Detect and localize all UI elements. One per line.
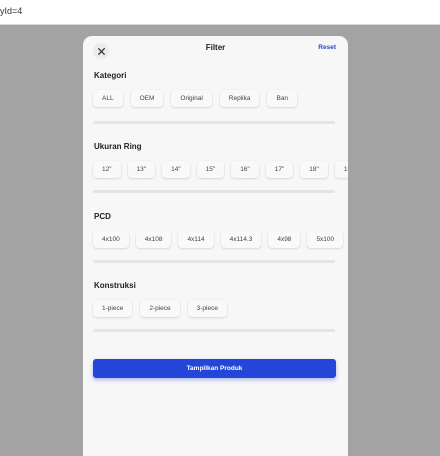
pcd-options: 4x100 4x108 4x114 4x114.3 4x98 5x100 xyxy=(93,231,344,248)
divider xyxy=(93,190,335,193)
chip-ring-15[interactable]: 15" xyxy=(196,161,225,178)
chip-pcd-4x98[interactable]: 4x98 xyxy=(268,231,301,248)
sheet-header: Filter Reset xyxy=(83,36,348,64)
section-title-ukuran-ring: Ukuran Ring xyxy=(94,142,142,151)
divider xyxy=(93,260,335,263)
chip-ring-19[interactable]: 19 xyxy=(334,161,348,178)
show-products-button[interactable]: Tampilkan Produk xyxy=(93,359,336,378)
divider xyxy=(93,329,335,332)
chip-pcd-5x100[interactable]: 5x100 xyxy=(307,231,344,248)
ukuran-ring-options: 12" 13" 14" 15" 16" 17" 18" 19 xyxy=(93,161,348,178)
chip-konstruksi-2-piece[interactable]: 2-piece xyxy=(140,300,180,317)
chip-ring-16[interactable]: 16" xyxy=(231,161,259,178)
chip-pcd-4x114[interactable]: 4x114 xyxy=(178,231,214,248)
chip-ring-13[interactable]: 13" xyxy=(127,161,156,178)
chip-pcd-4x114-3[interactable]: 4x114.3 xyxy=(220,231,262,248)
chip-ring-14[interactable]: 14" xyxy=(162,161,190,178)
chip-kategori-all[interactable]: ALL xyxy=(93,90,123,107)
konstruksi-options: 1-piece 2-piece 3-piece xyxy=(93,300,227,317)
address-bar[interactable]: yId=4 xyxy=(0,0,440,25)
url-text: yId=4 xyxy=(0,6,23,16)
chip-kategori-oem[interactable]: OEM xyxy=(130,90,164,107)
chip-kategori-original[interactable]: Original xyxy=(171,90,212,107)
chip-konstruksi-1-piece[interactable]: 1-piece xyxy=(93,300,133,317)
chip-kategori-ban[interactable]: Ban xyxy=(267,90,298,107)
chip-pcd-4x100[interactable]: 4x100 xyxy=(93,231,129,248)
chip-konstruksi-3-piece[interactable]: 3-piece xyxy=(187,300,227,317)
section-title-konstruksi: Konstruksi xyxy=(94,281,136,290)
section-title-pcd: PCD xyxy=(94,212,111,221)
kategori-options: ALL OEM Original Replika Ban xyxy=(93,90,298,107)
chip-pcd-4x108[interactable]: 4x108 xyxy=(135,231,172,248)
filter-sheet: Filter Reset Kategori ALL OEM Original R… xyxy=(83,36,348,456)
chip-ring-18[interactable]: 18" xyxy=(300,161,328,178)
divider xyxy=(93,121,335,124)
reset-button[interactable]: Reset xyxy=(318,44,336,51)
chip-ring-12[interactable]: 12" xyxy=(93,161,121,178)
section-title-kategori: Kategori xyxy=(94,71,127,80)
chip-kategori-replika[interactable]: Replika xyxy=(219,90,260,107)
sheet-title: Filter xyxy=(205,43,226,52)
chip-ring-17[interactable]: 17" xyxy=(265,161,294,178)
